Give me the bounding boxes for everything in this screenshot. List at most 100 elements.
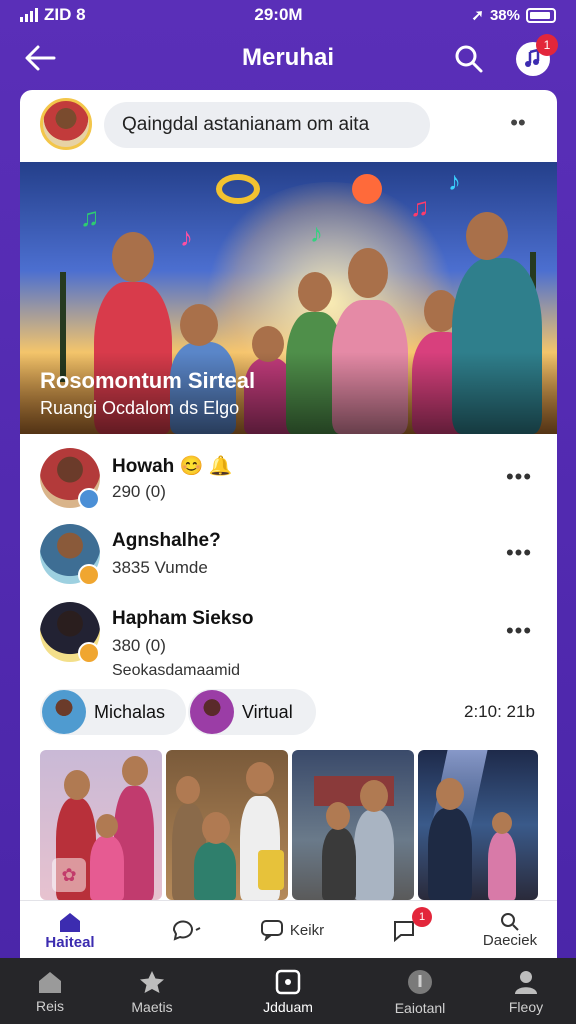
signal-icon: [20, 8, 38, 22]
feed-name: Howah 😊 🔔: [112, 456, 233, 477]
avatar[interactable]: [40, 98, 92, 150]
notification-badge: 1: [412, 907, 432, 927]
feed-card: Howah 😊 🔔 290 (0) ••• Agnshalhe? 3835 Vu…: [20, 434, 557, 900]
music-note-icon: ♪: [448, 166, 461, 196]
person-head: [436, 778, 464, 810]
arrow-left-icon: [25, 45, 56, 71]
app-bar: Meruhai: [0, 34, 576, 82]
list-item[interactable]: Agnshalhe? 3835 Vumde •••: [20, 524, 557, 602]
person-figure: [90, 836, 124, 900]
toy-decoration: [258, 850, 284, 890]
bottom-nav-home[interactable]: Reis: [0, 964, 100, 1020]
location-icon: ➚: [471, 7, 484, 24]
chip-label: Virtual: [242, 701, 293, 722]
tab-keikr[interactable]: Keikr: [252, 901, 332, 959]
tab-messages[interactable]: [158, 901, 218, 959]
bottom-nav-favorites[interactable]: Maetis: [102, 964, 202, 1020]
page-title: Meruhai: [241, 44, 334, 71]
status-left: ZID 8: [20, 5, 86, 25]
feed-meta: 290 (0): [112, 482, 166, 501]
status-badge: [78, 642, 100, 664]
person-head: [492, 812, 512, 834]
more-options-icon[interactable]: •••: [500, 618, 538, 643]
tab-discover[interactable]: Daeciek: [472, 901, 548, 959]
more-options-icon[interactable]: •••: [500, 464, 538, 489]
avatar: [190, 690, 234, 734]
list-item[interactable]: Hapham Siekso 380 (0) Seokasdamaamid •••: [20, 602, 557, 680]
composer-input[interactable]: Qaingdal astanianam om aita: [104, 102, 430, 148]
bottom-nav-label: Fleoy: [508, 999, 544, 1015]
bottom-nav-profile[interactable]: Fleoy: [476, 964, 576, 1020]
star-icon: [140, 971, 164, 993]
bottom-nav-label: Reis: [35, 998, 64, 1014]
hero-title: Rosomontum Sirteal: [40, 368, 256, 393]
carrier-text: ZID 8: [44, 5, 86, 24]
media-thumbnail[interactable]: [292, 750, 414, 900]
tab-label: Keikr: [289, 921, 325, 939]
person-head: [202, 812, 230, 844]
person-head: [348, 248, 388, 298]
chip-michalas[interactable]: Michalas: [40, 689, 186, 735]
person-head: [466, 212, 508, 260]
notification-badge: 1: [536, 34, 558, 56]
chip-label: Michalas: [94, 701, 166, 722]
music-note-icon: ♫: [80, 202, 100, 232]
media-thumbnail[interactable]: ✿: [40, 750, 162, 900]
hero-banner[interactable]: ♫ ♪ ♪ ♫ ♪ ♫ Rosomontum Sirteal Ruangi Oc…: [20, 162, 557, 434]
more-options-icon[interactable]: •••: [500, 540, 538, 565]
more-options-icon[interactable]: ••: [500, 110, 536, 135]
media-thumbnail[interactable]: [166, 750, 288, 900]
status-time: 29:0M: [254, 5, 303, 24]
search-button[interactable]: [452, 42, 486, 76]
media-thumbnail[interactable]: [418, 750, 538, 900]
timestamp: 2:10: 21b: [464, 702, 535, 721]
feed-meta: 380 (0): [112, 636, 166, 655]
bottom-nav-create[interactable]: Jdduam: [238, 964, 338, 1020]
tab-label: Daeciek: [482, 931, 538, 949]
back-button[interactable]: [22, 42, 58, 74]
status-right: ➚ 38%: [471, 6, 556, 24]
person-head: [176, 776, 200, 804]
battery-percent: 38%: [489, 6, 520, 24]
avatar: [42, 690, 86, 734]
list-item[interactable]: Howah 😊 🔔 290 (0) •••: [20, 448, 557, 526]
chip-virtual[interactable]: Virtual: [188, 689, 316, 735]
person-head: [246, 762, 274, 794]
person-head: [326, 802, 350, 830]
feed-name: Hapham Siekso: [112, 608, 254, 629]
person-head: [180, 304, 218, 346]
ring-decoration: [216, 174, 260, 204]
chat-bubble-icon: [172, 920, 201, 941]
person-head: [360, 780, 388, 812]
person-figure: [322, 828, 356, 900]
inner-tab-bar: Haiteal Keikr 1 Daeciek: [20, 900, 557, 958]
status-badge: [78, 564, 100, 586]
person-figure: [488, 832, 516, 900]
composer-card: Qaingdal astanianam om aita ••: [20, 90, 557, 162]
bottom-nav: Reis Maetis Jdduam Eaiotanl Fleoy: [0, 958, 576, 1024]
bottom-nav-explore[interactable]: Eaiotanl: [370, 964, 470, 1020]
home-icon: [39, 972, 61, 993]
bottom-nav-label: Eaiotanl: [394, 1000, 446, 1016]
tab-label: Haiteal: [45, 933, 95, 951]
play-icon[interactable]: ✿: [52, 858, 86, 892]
status-badge: [78, 488, 100, 510]
camera-box-icon: [275, 969, 301, 995]
ball-decoration: [352, 174, 382, 204]
person-figure: [428, 808, 472, 900]
music-note-icon: ♪: [180, 222, 193, 252]
hero-subtitle: Ruangi Ocdalom ds Elgo: [40, 398, 240, 418]
person-head: [96, 814, 118, 838]
person-head: [64, 770, 90, 800]
tab-home[interactable]: Haiteal: [40, 901, 100, 959]
home-icon: [60, 912, 80, 932]
person-head: [122, 756, 148, 786]
comment-icon: [260, 920, 283, 941]
feed-meta-secondary: Seokasdamaamid: [112, 662, 241, 679]
battery-icon: [525, 7, 556, 23]
person-figure: [354, 810, 394, 900]
search-icon: [455, 45, 483, 73]
person-head: [298, 272, 332, 312]
feed-name: Agnshalhe?: [112, 530, 221, 551]
feed-meta: 3835 Vumde: [112, 558, 208, 577]
